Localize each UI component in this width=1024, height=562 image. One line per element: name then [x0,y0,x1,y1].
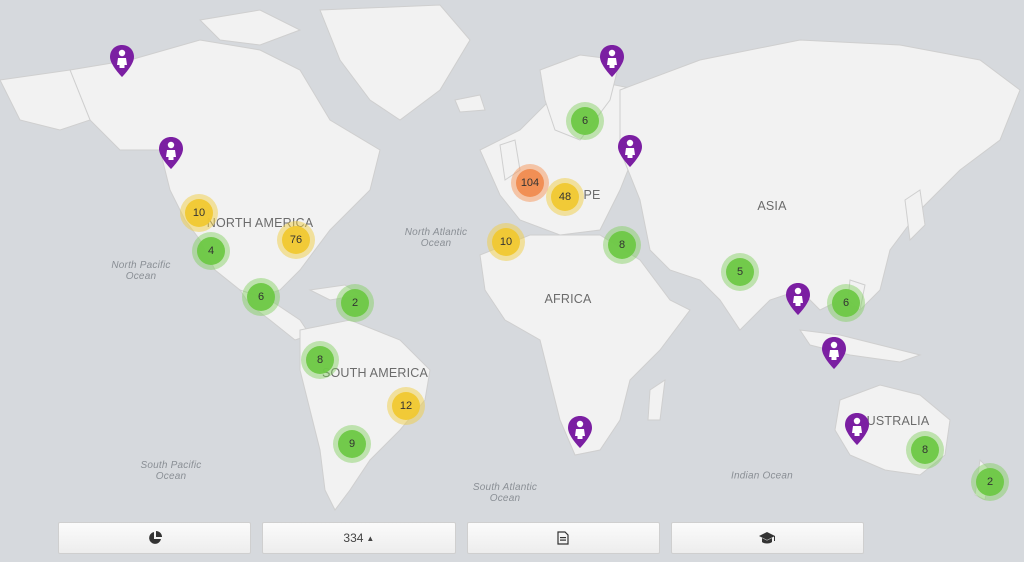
cluster-count: 104 [516,169,544,197]
result-count: 334 [343,531,364,545]
person-marker-icon[interactable] [617,134,643,168]
label-australia: USTRALIA [866,414,930,428]
cluster-count: 5 [726,258,754,286]
label-north-atlantic: North Atlantic Ocean [404,227,468,249]
cluster-count: 8 [911,436,939,464]
person-marker-icon[interactable] [821,336,847,370]
cluster-marker[interactable]: 48 [546,178,584,216]
label-south-america: SOUTH AMERICA [321,366,429,380]
world-map[interactable]: NORTH AMERICA SOUTH AMERICA PE AFRICA AS… [0,0,1024,562]
graduation-cap-icon [759,532,776,544]
cluster-count: 48 [551,183,579,211]
cluster-marker[interactable]: 12 [387,387,425,425]
cluster-marker[interactable]: 2 [971,463,1009,501]
pie-chart-icon [148,531,162,544]
cluster-count: 6 [247,283,275,311]
cluster-marker[interactable]: 6 [242,278,280,316]
cluster-marker[interactable]: 8 [906,431,944,469]
greenland-shape [319,4,471,121]
cluster-marker[interactable]: 8 [301,341,339,379]
label-indian-ocean: Indian Ocean [731,470,793,482]
asia-shape [619,39,1021,331]
cluster-count: 2 [341,289,369,317]
education-button[interactable] [670,522,864,554]
cluster-marker[interactable]: 104 [511,164,549,202]
cluster-count: 6 [571,107,599,135]
cluster-marker[interactable]: 9 [333,425,371,463]
arctic-islands-shape [198,9,302,46]
chart-button[interactable] [58,522,252,554]
label-south-atlantic: South Atlantic Ocean [472,482,538,504]
document-icon [557,531,569,545]
cluster-count: 8 [306,346,334,374]
cluster-marker[interactable]: 4 [192,232,230,270]
cluster-marker[interactable]: 6 [566,102,604,140]
cluster-count: 6 [832,289,860,317]
iceland-shape [454,94,486,113]
map-toolbar: 334 ▲ [58,522,864,554]
document-button[interactable] [466,522,660,554]
cluster-marker[interactable]: 6 [827,284,865,322]
person-marker-icon[interactable] [785,282,811,316]
cluster-marker[interactable]: 2 [336,284,374,322]
label-europe: PE [583,188,601,202]
person-marker-icon[interactable] [599,44,625,78]
cluster-count: 8 [608,231,636,259]
cluster-marker[interactable]: 76 [277,221,315,259]
cluster-count: 9 [338,430,366,458]
cluster-count: 76 [282,226,310,254]
cluster-count: 12 [392,392,420,420]
cluster-count: 10 [492,228,520,256]
label-north-pacific: North Pacific Ocean [111,260,171,282]
person-marker-icon[interactable] [109,44,135,78]
madagascar-shape [647,378,666,421]
cluster-marker[interactable]: 5 [721,253,759,291]
cluster-count: 4 [197,237,225,265]
count-button[interactable]: 334 ▲ [262,522,456,554]
person-marker-icon[interactable] [844,412,870,446]
cluster-marker[interactable]: 8 [603,226,641,264]
cluster-marker[interactable]: 10 [180,194,218,232]
indonesia-shape [798,329,922,363]
caret-up-icon: ▲ [366,533,375,543]
cluster-marker[interactable]: 10 [487,223,525,261]
label-africa: AFRICA [544,292,592,306]
cluster-count: 10 [185,199,213,227]
label-south-pacific: South Pacific Ocean [140,460,202,482]
person-marker-icon[interactable] [567,415,593,449]
label-asia: ASIA [757,199,787,213]
person-marker-icon[interactable] [158,136,184,170]
cluster-count: 2 [976,468,1004,496]
